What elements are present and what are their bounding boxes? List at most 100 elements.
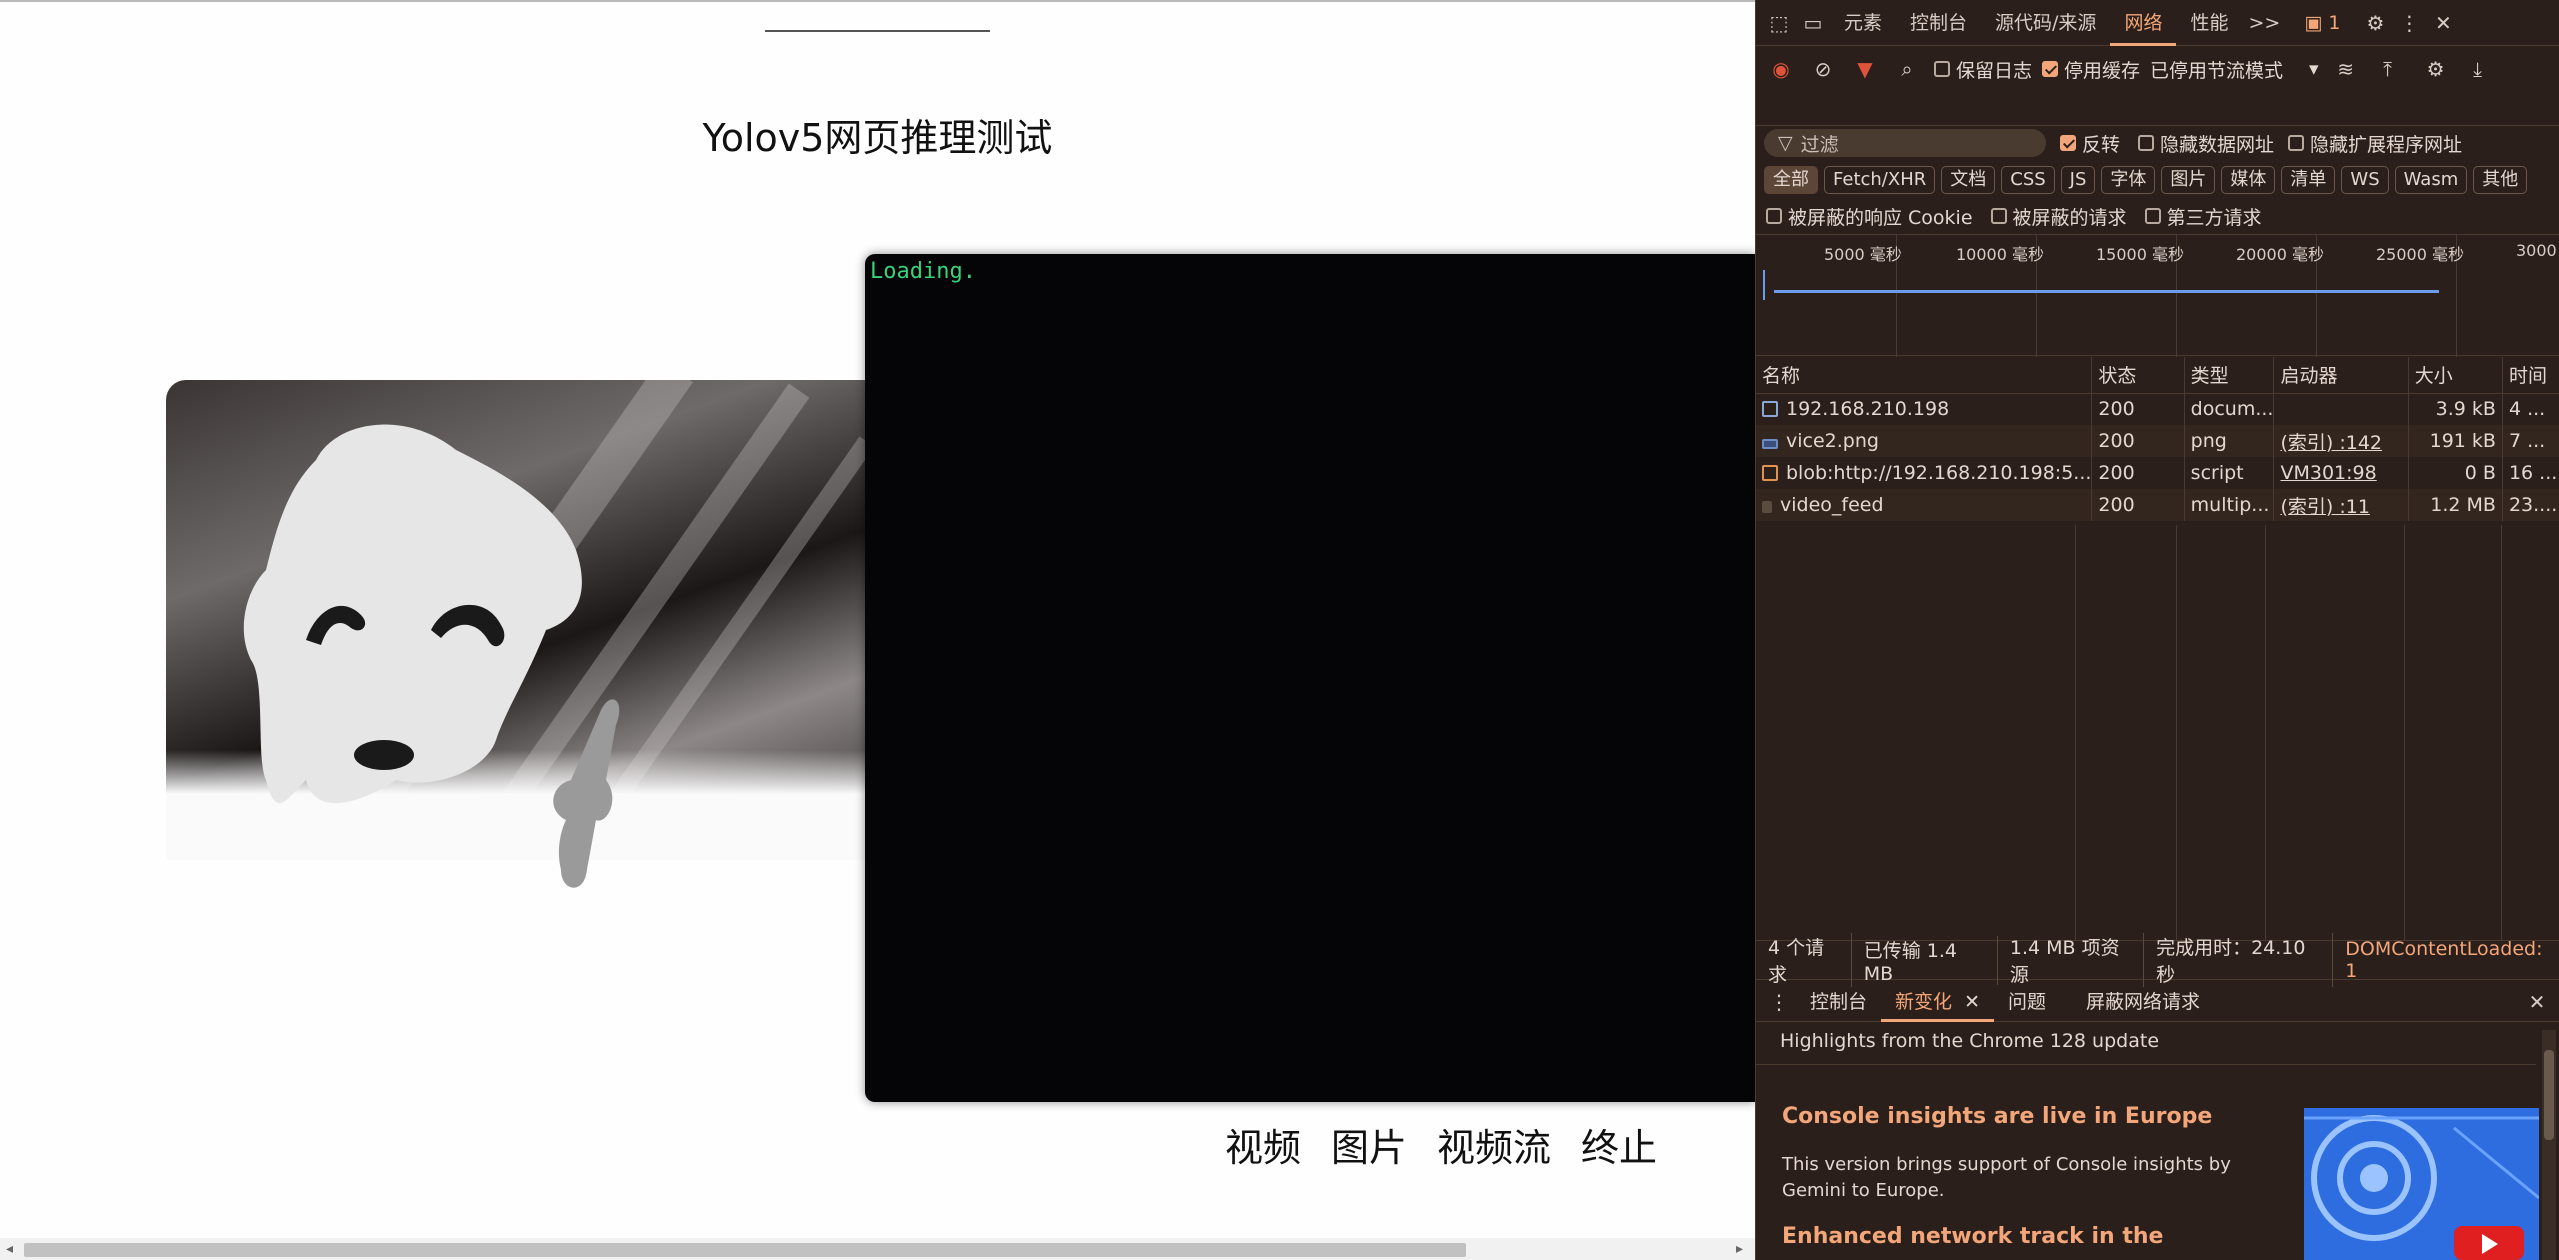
image-button[interactable]: 图片	[1331, 1117, 1407, 1172]
table-row[interactable]: video_feed 200 multip... (索引) :11 1.2 MB…	[1756, 489, 2559, 521]
type-chip-all[interactable]: 全部	[1764, 166, 1818, 194]
invert-checkbox[interactable]: 反转	[2060, 130, 2120, 157]
blocked-requests-checkbox[interactable]: 被屏蔽的请求	[1990, 203, 2127, 230]
media-file-icon	[1762, 501, 1772, 513]
scrollbar-thumb[interactable]	[2544, 1050, 2554, 1140]
column-divider	[2076, 525, 2177, 940]
inspect-element-icon[interactable]: ⬚	[1762, 6, 1796, 40]
close-tab-icon[interactable]: ✕	[1964, 991, 1980, 1013]
search-icon[interactable]: ⌕	[1890, 52, 1924, 86]
feature-heading-link[interactable]: Enhanced network track in the	[1782, 1224, 2163, 1249]
type-chip-fetch-xhr[interactable]: Fetch/XHR	[1824, 166, 1936, 194]
type-chip-wasm[interactable]: Wasm	[2394, 166, 2468, 194]
type-chip-ws[interactable]: WS	[2341, 166, 2389, 194]
close-drawer-icon[interactable]: ✕	[2520, 985, 2554, 1019]
document-icon	[1762, 401, 1778, 418]
scroll-right-icon[interactable]: ▸	[1736, 1241, 1743, 1257]
type-chip-css[interactable]: CSS	[2001, 166, 2055, 194]
initiator-link[interactable]: (索引) :142	[2273, 425, 2409, 457]
column-divider	[2405, 525, 2502, 940]
drawer-tab-whats-new[interactable]: 新变化 ✕	[1881, 982, 1994, 1022]
hide-data-urls-checkbox[interactable]: 隐藏数据网址	[2138, 130, 2274, 157]
col-name[interactable]: 名称	[1756, 357, 2093, 394]
type-chip-manifest[interactable]: 清单	[2281, 166, 2336, 194]
col-type[interactable]: 类型	[2184, 357, 2275, 394]
type-chip-img[interactable]: 图片	[2161, 166, 2216, 194]
video-stream-button[interactable]: 视频流	[1437, 1117, 1551, 1172]
blocked-cookies-checkbox[interactable]: 被屏蔽的响应 Cookie	[1766, 203, 1973, 230]
network-settings-icon[interactable]: ⚙	[2419, 52, 2453, 86]
initiator-link[interactable]: (索引) :11	[2273, 489, 2409, 521]
more-tabs-button[interactable]: >>	[2242, 0, 2286, 46]
third-party-checkbox[interactable]: 第三方请求	[2144, 203, 2262, 230]
drawer-tab-issues[interactable]: 问题	[1994, 982, 2060, 1022]
col-status[interactable]: 状态	[2091, 357, 2185, 394]
timeline-tick-label: 20000 毫秒	[2236, 245, 2324, 264]
tab-elements[interactable]: 元素	[1830, 0, 1896, 46]
upload-icon[interactable]: ⤒	[2371, 52, 2405, 86]
video-stream-canvas	[865, 254, 1755, 1102]
timeline-tick-label: 10000 毫秒	[1956, 245, 2044, 264]
close-devtools-icon[interactable]: ✕	[2426, 6, 2460, 40]
video-thumbnail[interactable]	[2304, 1108, 2539, 1260]
stop-button[interactable]: 终止	[1581, 1117, 1657, 1172]
filter-input[interactable]: ▽ 过滤	[1764, 129, 2046, 157]
dropdown-arrow-icon: ▾	[2309, 58, 2319, 80]
kebab-menu-icon[interactable]: ⋮	[2392, 6, 2426, 40]
drawer-tab-request-blocking[interactable]: 屏蔽网络请求	[2072, 982, 2214, 1022]
summary-transferred: 已传输 1.4 MB	[1852, 935, 1998, 985]
timeline-tick-label: 3000	[2516, 241, 2557, 260]
column-divider	[2177, 525, 2266, 940]
horizontal-scrollbar[interactable]: ◂ ▸	[0, 1238, 1755, 1260]
network-requests-table: 名称 状态 类型 启动器 大小 时间 192.168.210.198 200 d…	[1756, 357, 2559, 521]
tab-console[interactable]: 控制台	[1896, 0, 1981, 46]
type-chip-media[interactable]: 媒体	[2221, 166, 2276, 194]
table-row[interactable]: vice2.png 200 png (索引) :142 191 kB 7 ...	[1756, 425, 2559, 457]
filter-funnel-icon[interactable]: ▼	[1848, 52, 1882, 86]
clear-icon[interactable]: ⊘	[1806, 52, 1840, 86]
preserve-log-checkbox[interactable]: 保留日志	[1934, 56, 2032, 83]
table-header: 名称 状态 类型 启动器 大小 时间	[1756, 357, 2559, 394]
feature-description: This version brings support of Console i…	[1782, 1154, 2231, 1201]
column-divider	[1756, 525, 2076, 940]
drawer-scrollbar[interactable]	[2542, 1030, 2556, 1260]
settings-gear-icon[interactable]: ⚙	[2358, 6, 2392, 40]
video-button[interactable]: 视频	[1225, 1117, 1301, 1172]
type-chip-other[interactable]: 其他	[2473, 166, 2528, 194]
type-chip-doc[interactable]: 文档	[1941, 166, 1996, 194]
whats-new-header: Highlights from the Chrome 128 update	[1780, 1030, 2160, 1052]
image-file-icon	[1762, 439, 1778, 449]
col-initiator[interactable]: 启动器	[2273, 357, 2409, 394]
type-chip-font[interactable]: 字体	[2101, 166, 2156, 194]
device-toolbar-icon[interactable]: ▭	[1796, 6, 1830, 40]
scrollbar-thumb[interactable]	[24, 1243, 1466, 1257]
col-time[interactable]: 时间	[2502, 357, 2559, 394]
scroll-left-icon[interactable]: ◂	[6, 1241, 13, 1257]
checkbox-box	[1990, 208, 2007, 224]
issues-badge[interactable]: ▣ 1	[2304, 12, 2340, 34]
tab-performance[interactable]: 性能	[2176, 0, 2242, 46]
drawer-menu-icon[interactable]: ⋮	[1762, 985, 1796, 1019]
network-toolbar: ◉ ⊘ ▼ ⌕ 保留日志 停用缓存 已停用节流模式 ▾ ≋ ⤒ ⚙ ⤓	[1756, 46, 2559, 126]
type-chip-js[interactable]: JS	[2060, 166, 2096, 194]
network-overview-timeline[interactable]: 5000 毫秒 10000 毫秒 15000 毫秒 20000 毫秒 25000…	[1756, 234, 2559, 357]
col-size[interactable]: 大小	[2408, 357, 2503, 394]
control-buttons: 视频 图片 视频流 终止	[1225, 1117, 1657, 1172]
checkbox-box	[1934, 61, 1950, 77]
table-row[interactable]: 192.168.210.198 200 docum... 3.9 kB 4 ..…	[1756, 393, 2559, 425]
table-row[interactable]: blob:http://192.168.210.198:5... 200 scr…	[1756, 457, 2559, 489]
divider	[1756, 1064, 2536, 1065]
timeline-tick-label: 5000 毫秒	[1824, 245, 1902, 264]
tab-network[interactable]: 网络	[2110, 0, 2177, 46]
initiator-link[interactable]: VM301:98	[2273, 457, 2409, 489]
record-stop-icon[interactable]: ◉	[1764, 52, 1798, 86]
checkbox-box	[2042, 61, 2059, 77]
network-conditions-icon[interactable]: ≋	[2329, 52, 2363, 86]
download-icon[interactable]: ⤓	[2461, 52, 2495, 86]
feature-heading-link[interactable]: Console insights are live in Europe	[1782, 1104, 2212, 1129]
disable-cache-checkbox[interactable]: 停用缓存	[2042, 56, 2140, 83]
tab-sources[interactable]: 源代码/来源	[1981, 0, 2110, 46]
hide-extension-urls-checkbox[interactable]: 隐藏扩展程序网址	[2288, 130, 2462, 157]
throttle-select[interactable]: 已停用节流模式 ▾	[2150, 56, 2319, 83]
drawer-tab-console[interactable]: 控制台	[1796, 982, 1881, 1022]
